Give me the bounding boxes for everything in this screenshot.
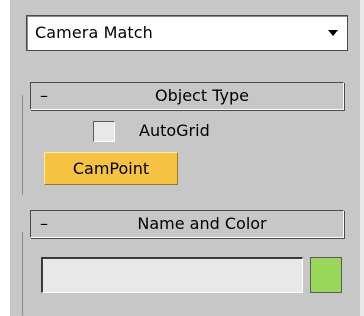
collapse-icon: – bbox=[40, 86, 48, 105]
object-type-title: Object Type bbox=[155, 86, 249, 105]
panel-right-edge bbox=[360, 0, 364, 316]
name-and-color-title: Name and Color bbox=[137, 214, 267, 233]
object-type-rollout-header[interactable]: – Object Type bbox=[30, 82, 344, 110]
category-dropdown[interactable]: Camera Match bbox=[26, 15, 348, 51]
autogrid-label: AutoGrid bbox=[139, 121, 210, 140]
object-name-input[interactable] bbox=[41, 257, 303, 293]
category-dropdown-value: Camera Match bbox=[35, 23, 153, 42]
collapse-icon: – bbox=[40, 214, 48, 233]
name-and-color-rollout-header[interactable]: – Name and Color bbox=[30, 210, 344, 238]
chevron-down-icon[interactable] bbox=[328, 30, 338, 36]
object-color-swatch[interactable] bbox=[310, 257, 342, 293]
autogrid-checkbox[interactable] bbox=[93, 121, 115, 142]
campoint-button[interactable]: CamPoint bbox=[44, 152, 178, 185]
panel-left-edge bbox=[0, 0, 10, 316]
